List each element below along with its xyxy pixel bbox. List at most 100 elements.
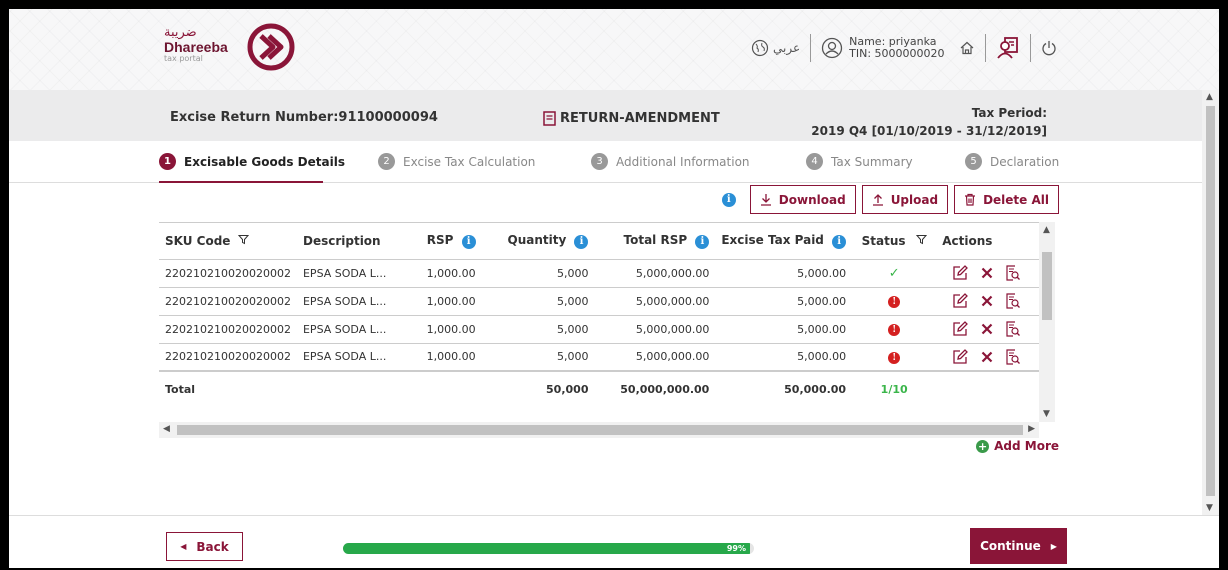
scroll-thumb[interactable] bbox=[177, 425, 1023, 435]
add-more-label: Add More bbox=[994, 439, 1059, 453]
cell-rsp: 1,000.00 bbox=[403, 315, 482, 344]
tax-period-label: Tax Period: bbox=[971, 106, 1047, 120]
home-icon[interactable] bbox=[959, 40, 975, 56]
delete-icon[interactable] bbox=[981, 295, 993, 307]
cell-sku: 220210210020020002 bbox=[159, 259, 297, 288]
goods-table-container[interactable]: SKU Code Description RSP i Quantity i To… bbox=[159, 222, 1039, 422]
error-icon[interactable]: ! bbox=[888, 351, 901, 364]
continue-label: Continue bbox=[980, 539, 1041, 553]
logo-english-text: Dhareeba bbox=[164, 39, 228, 55]
power-icon[interactable] bbox=[1041, 40, 1057, 56]
scroll-thumb[interactable] bbox=[1206, 106, 1215, 496]
tax-paid-info-icon[interactable]: i bbox=[832, 234, 847, 249]
scroll-up-icon[interactable]: ▲ bbox=[1206, 92, 1213, 102]
step-label: Excise Tax Calculation bbox=[403, 154, 536, 169]
cell-quantity: 5,000 bbox=[481, 343, 595, 372]
col-quantity-label: Quantity bbox=[507, 233, 567, 247]
progress-bar: 99% bbox=[343, 543, 754, 554]
cell-sku: 220210210020020002 bbox=[159, 343, 297, 372]
upload-label: Upload bbox=[890, 192, 939, 207]
cell-status: ! bbox=[852, 287, 937, 316]
total-rsp: 50,000,000.00 bbox=[594, 370, 716, 407]
back-button[interactable]: ◀ Back bbox=[166, 532, 243, 561]
delete-icon[interactable] bbox=[981, 267, 993, 279]
quantity-info-icon[interactable]: i bbox=[574, 234, 589, 249]
trash-icon bbox=[965, 193, 976, 206]
download-button[interactable]: Download bbox=[749, 185, 856, 214]
table-vertical-scrollbar[interactable]: ▲ ▼ bbox=[1039, 222, 1055, 422]
cell-total-rsp: 5,000,000.00 bbox=[594, 287, 716, 316]
view-details-icon[interactable] bbox=[1006, 349, 1021, 365]
scroll-up-icon[interactable]: ▲ bbox=[1043, 225, 1050, 235]
delete-icon[interactable] bbox=[981, 323, 993, 335]
step-excise-tax-calculation[interactable]: 2 Excise Tax Calculation bbox=[378, 153, 535, 170]
col-total-rsp-label: Total RSP bbox=[623, 233, 688, 247]
scroll-thumb[interactable] bbox=[1042, 252, 1052, 320]
scroll-left-icon[interactable]: ◀ bbox=[163, 424, 170, 434]
plus-icon: + bbox=[976, 439, 990, 453]
page-vertical-scrollbar[interactable]: ▲ ▼ bbox=[1202, 90, 1219, 515]
col-status[interactable]: Status bbox=[852, 223, 937, 260]
globe-icon[interactable] bbox=[751, 39, 769, 57]
user-tin: TIN: 5000000020 bbox=[849, 47, 945, 60]
delete-icon[interactable] bbox=[981, 351, 993, 363]
step-excisable-goods[interactable]: 1 Excisable Goods Details bbox=[159, 153, 345, 170]
delete-all-label: Delete All bbox=[983, 192, 1049, 207]
total-empty bbox=[296, 370, 404, 407]
total-quantity: 50,000 bbox=[481, 370, 595, 407]
cell-description: EPSA SODA L... bbox=[296, 315, 404, 344]
scroll-down-icon[interactable]: ▼ bbox=[1043, 409, 1050, 419]
cell-total-rsp: 5,000,000.00 bbox=[594, 343, 716, 372]
rsp-info-icon[interactable]: i bbox=[461, 234, 476, 249]
total-tax-paid: 50,000.00 bbox=[715, 370, 853, 407]
info-icon[interactable]: i bbox=[721, 192, 736, 207]
cell-quantity: 5,000 bbox=[481, 315, 595, 344]
scroll-right-icon[interactable]: ▶ bbox=[1028, 424, 1035, 434]
cell-rsp: 1,000.00 bbox=[403, 343, 482, 372]
edit-icon[interactable] bbox=[952, 265, 969, 281]
cell-description: EPSA SODA L... bbox=[296, 259, 404, 288]
step-declaration[interactable]: 5 Declaration bbox=[965, 153, 1059, 170]
logo[interactable]: ضريبة Dhareeba tax portal bbox=[164, 25, 244, 63]
view-details-icon[interactable] bbox=[1006, 321, 1021, 337]
upload-button[interactable]: Upload bbox=[861, 185, 949, 214]
cell-quantity: 5,000 bbox=[481, 287, 595, 316]
add-more-button[interactable]: + Add More bbox=[976, 439, 1059, 453]
caret-right-icon: ▶ bbox=[1050, 541, 1057, 551]
step-number: 3 bbox=[591, 153, 608, 170]
col-excise-tax-paid-label: Excise Tax Paid bbox=[721, 233, 824, 247]
step-number: 2 bbox=[378, 153, 395, 170]
step-tax-summary[interactable]: 4 Tax Summary bbox=[806, 153, 913, 170]
cell-status: ! bbox=[852, 315, 937, 344]
col-rsp: RSP i bbox=[403, 223, 482, 260]
total-empty bbox=[936, 370, 1039, 407]
switch-profile-icon[interactable] bbox=[996, 36, 1020, 60]
error-icon[interactable]: ! bbox=[888, 296, 901, 308]
view-details-icon[interactable] bbox=[1006, 293, 1021, 309]
return-type: RETURN-AMENDMENT bbox=[543, 111, 720, 126]
edit-icon[interactable] bbox=[952, 293, 969, 309]
user-icon bbox=[821, 37, 843, 59]
error-icon[interactable]: ! bbox=[888, 324, 901, 336]
edit-icon[interactable] bbox=[952, 348, 969, 365]
language-toggle[interactable]: عربي bbox=[773, 41, 800, 55]
total-label: Total bbox=[159, 370, 297, 407]
table-horizontal-scrollbar[interactable]: ◀ ▶ bbox=[159, 422, 1039, 438]
delete-all-button[interactable]: Delete All bbox=[954, 185, 1059, 214]
filter-icon[interactable] bbox=[915, 234, 927, 245]
col-sku-code[interactable]: SKU Code bbox=[159, 223, 297, 260]
edit-icon[interactable] bbox=[952, 321, 969, 337]
step-additional-information[interactable]: 3 Additional Information bbox=[591, 153, 750, 170]
total-rsp-info-icon[interactable]: i bbox=[695, 234, 710, 249]
scroll-down-icon[interactable]: ▼ bbox=[1206, 503, 1213, 513]
cell-sku: 220210210020020002 bbox=[159, 287, 297, 316]
continue-button[interactable]: Continue ▶ bbox=[970, 528, 1067, 564]
step-label: Additional Information bbox=[616, 154, 750, 169]
cell-rsp: 1,000.00 bbox=[403, 287, 482, 316]
app-frame: ضريبة Dhareeba tax portal عربي Name: pri… bbox=[9, 9, 1219, 568]
back-label: Back bbox=[196, 539, 229, 554]
return-info-bar: Excise Return Number:91100000094 RETURN-… bbox=[9, 90, 1202, 141]
filter-icon[interactable] bbox=[237, 234, 249, 245]
view-details-icon[interactable] bbox=[1006, 265, 1021, 281]
col-description: Description bbox=[296, 223, 404, 260]
